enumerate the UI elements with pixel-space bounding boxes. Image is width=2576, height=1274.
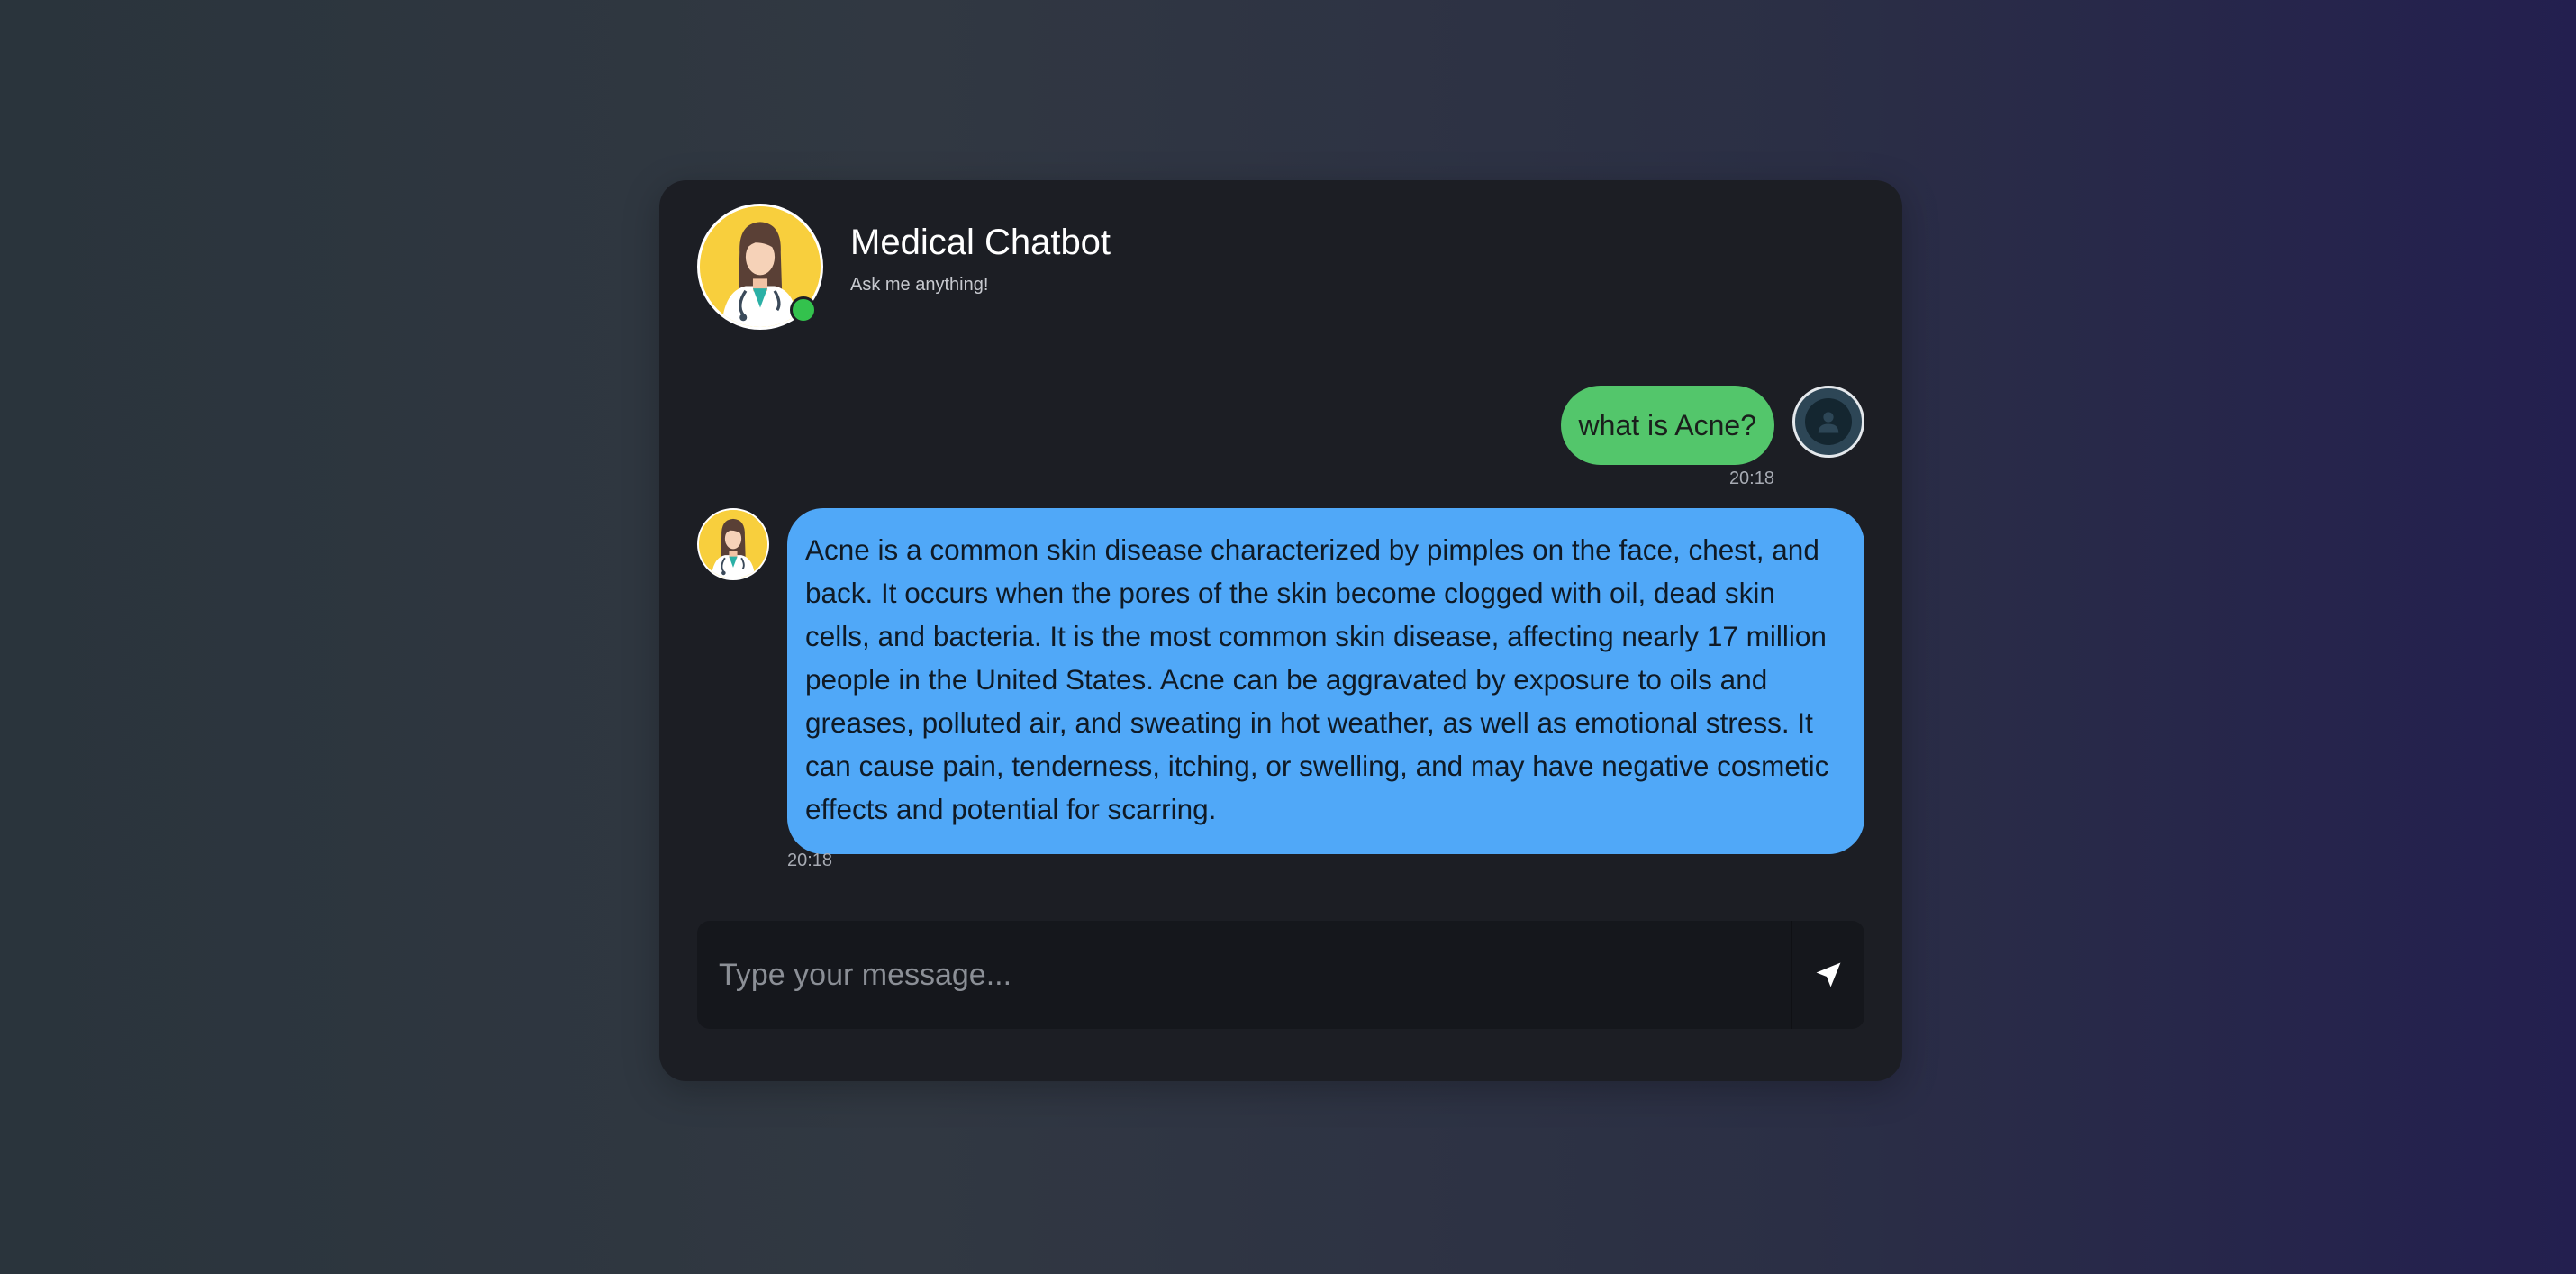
bot-message-row: Acne is a common skin disease characteri… — [697, 508, 1864, 854]
chat-header: Medical Chatbot Ask me anything! — [697, 204, 1111, 330]
message-input[interactable] — [697, 921, 1791, 1029]
send-icon — [1816, 962, 1841, 987]
bot-message-bubble: Acne is a common skin disease characteri… — [787, 508, 1864, 854]
online-status-indicator — [790, 296, 817, 323]
chat-subtitle: Ask me anything! — [850, 274, 989, 295]
user-avatar — [1792, 386, 1864, 458]
message-composer — [697, 921, 1864, 1029]
bot-message-avatar — [697, 508, 769, 580]
bot-message-time: 20:18 — [787, 851, 833, 870]
header-text: Medical Chatbot Ask me anything! — [850, 221, 1111, 296]
user-message-bubble: what is Acne? — [1560, 386, 1774, 465]
chat-window: Medical Chatbot Ask me anything! what is… — [659, 180, 1902, 1081]
chat-title: Medical Chatbot — [850, 222, 1111, 262]
doctor-avatar-icon — [699, 510, 767, 578]
bot-avatar — [697, 204, 823, 330]
user-message-row: what is Acne? — [1560, 386, 1864, 465]
user-message-time: 20:18 — [1728, 469, 1774, 488]
user-icon — [1818, 412, 1839, 433]
user-avatar-inner — [1805, 398, 1852, 445]
send-button[interactable] — [1791, 921, 1864, 1029]
